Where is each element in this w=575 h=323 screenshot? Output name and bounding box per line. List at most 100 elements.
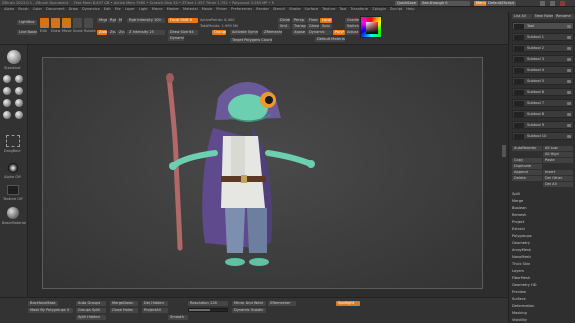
brush-clay-icon[interactable] <box>15 75 23 83</box>
brush-inflate-icon[interactable] <box>15 87 23 95</box>
brush-claybuildup-icon[interactable] <box>15 111 23 119</box>
ghost-button[interactable]: Ghost <box>307 24 319 29</box>
list-all-button[interactable]: List All <box>512 14 532 19</box>
quicksave-button[interactable]: QuickSave <box>395 1 418 6</box>
rotate-button[interactable] <box>84 18 93 28</box>
subtool-row[interactable]: Subtool 9 <box>512 121 574 129</box>
eye-icon[interactable] <box>567 102 571 105</box>
material-icon[interactable] <box>7 207 19 219</box>
subtool-row[interactable]: Subtool 2 <box>512 44 574 52</box>
delete-button[interactable]: Delete <box>512 176 542 181</box>
section-extract[interactable]: Extract <box>512 227 574 232</box>
orange-chip[interactable]: Orange <box>212 30 226 35</box>
eye-icon[interactable] <box>567 113 571 116</box>
polyf-button[interactable]: PolyF <box>333 30 345 35</box>
eye-icon[interactable] <box>567 36 571 39</box>
split-hidden-button[interactable]: Split Hidden <box>76 315 106 320</box>
section-surface[interactable]: Surface <box>512 297 574 302</box>
stroke-icon[interactable] <box>6 135 20 147</box>
dynamesh-resolution-slider[interactable]: Resolution 128 <box>188 301 228 306</box>
brush-thumbnail[interactable] <box>7 50 21 64</box>
zcut-button[interactable]: Zcut <box>117 30 125 35</box>
eye-icon[interactable] <box>567 124 571 127</box>
default-material-button[interactable]: Default Material <box>315 37 345 42</box>
duplicate-button[interactable]: Duplicate <box>512 164 542 169</box>
canvas-scroll-track[interactable] <box>500 45 508 297</box>
project-all-button[interactable]: ProjectAll <box>142 308 168 313</box>
maximize-icon[interactable] <box>550 1 555 6</box>
section-visibility[interactable]: Visibility <box>512 318 574 323</box>
move-button[interactable] <box>62 18 71 28</box>
texture-icon[interactable] <box>7 185 19 195</box>
section-layers[interactable]: Layers <box>512 269 574 274</box>
insert-button[interactable]: Insert <box>543 170 573 175</box>
dynamic-subdiv-bottom-button[interactable]: Dynamic Subdiv <box>232 308 266 313</box>
eye-icon[interactable] <box>567 47 571 50</box>
activate-symmetry-button[interactable]: Activate Symmetry <box>230 30 258 35</box>
all-high-button[interactable]: All High <box>543 152 573 157</box>
color-picker[interactable] <box>360 16 382 38</box>
section-polygroups[interactable]: Polygroups <box>512 234 574 239</box>
gradient-button[interactable]: Gradient <box>345 18 359 23</box>
del-all-button[interactable]: Del All <box>543 182 573 187</box>
see-through-slider[interactable]: See-through 0 <box>420 1 470 6</box>
document-canvas[interactable] <box>42 57 483 289</box>
subtool-row[interactable]: Subtool 3 <box>512 55 574 63</box>
scale-button[interactable] <box>73 18 82 28</box>
all-low-button[interactable]: All Low <box>543 146 573 151</box>
rename-button[interactable]: Rename <box>554 14 574 19</box>
section-boolean[interactable]: Boolean <box>512 206 574 211</box>
subtool-row[interactable]: Subtool 7 <box>512 99 574 107</box>
section-deformation[interactable]: Deformation <box>512 304 574 309</box>
smooth-button[interactable]: Smooth <box>168 315 188 320</box>
groups-split-button[interactable]: Groups Split <box>76 308 106 313</box>
merge-down-button[interactable]: MergeDown <box>110 301 138 306</box>
eye-icon[interactable] <box>567 25 571 28</box>
paste-button[interactable]: Paste <box>543 158 573 163</box>
close-icon[interactable] <box>560 1 565 6</box>
section-geometry-hd[interactable]: Geometry HD <box>512 283 574 288</box>
smt-button[interactable]: Smt <box>278 24 290 29</box>
subtool-row[interactable]: Subtool 4 <box>512 66 574 74</box>
append-button[interactable]: Append <box>512 170 542 175</box>
draw-button[interactable] <box>51 18 60 28</box>
live-boolean-button[interactable]: Live Boolean <box>17 30 37 35</box>
lightbox-button[interactable]: LightBox <box>17 20 37 25</box>
copy-button[interactable]: Copy <box>512 158 542 163</box>
zremesher-bottom-button[interactable]: ZRemesher <box>268 301 296 306</box>
subtool-row[interactable]: Subtool 8 <box>512 110 574 118</box>
xpose-button[interactable]: Xpose <box>292 30 306 35</box>
mirror-and-weld-button[interactable]: Mirror And Weld <box>232 301 266 306</box>
floor-button[interactable]: Floor <box>307 18 319 23</box>
close-holes-button[interactable]: Close Holes <box>110 308 138 313</box>
target-polygons-slider[interactable]: Target Polygons Count 5 <box>230 38 272 43</box>
brush-damstd-icon[interactable] <box>3 111 11 119</box>
z-intensity-slider[interactable]: Z Intensity 25 <box>127 30 165 35</box>
eye-icon[interactable] <box>567 91 571 94</box>
switch-color-button[interactable]: SwitchColor <box>345 24 359 29</box>
dynamic-subdiv-button[interactable]: Dynamic <box>307 30 332 35</box>
section-preview[interactable]: Preview <box>512 290 574 295</box>
section-masking[interactable]: Masking <box>512 311 574 316</box>
adjust-colors-button[interactable]: Adjust Colors <box>345 30 359 35</box>
draw-size-slider[interactable]: Draw Size 64 <box>168 30 198 35</box>
section-nanomesh[interactable]: NanoMesh <box>512 255 574 260</box>
eye-icon[interactable] <box>567 58 571 61</box>
backface-mask-button[interactable]: BackfaceMask <box>28 301 58 306</box>
section-fibermesh[interactable]: FiberMesh <box>512 276 574 281</box>
section-thick-skin[interactable]: Thick Skin <box>512 262 574 267</box>
subtool-row[interactable]: Subtool 6 <box>512 88 574 96</box>
edit-button[interactable] <box>40 18 49 28</box>
minimize-icon[interactable] <box>540 1 545 6</box>
rgb-intensity-slider[interactable]: Rgb Intensity 100 <box>127 18 165 23</box>
section-arraymesh[interactable]: ArrayMesh <box>512 248 574 253</box>
rgb-button[interactable]: Rgb <box>108 18 116 23</box>
mrgb-button[interactable]: Mrgb <box>97 18 107 23</box>
transp-button[interactable]: Transp <box>292 24 306 29</box>
dynamic-button[interactable]: Dynamic <box>168 36 184 41</box>
section-remesh[interactable]: Remesh <box>512 213 574 218</box>
spotlight-button[interactable]: Spotlight <box>336 301 360 306</box>
eye-icon[interactable] <box>567 80 571 83</box>
section-merge[interactable]: Merge <box>512 199 574 204</box>
subtool-row[interactable]: Tool <box>512 22 574 30</box>
